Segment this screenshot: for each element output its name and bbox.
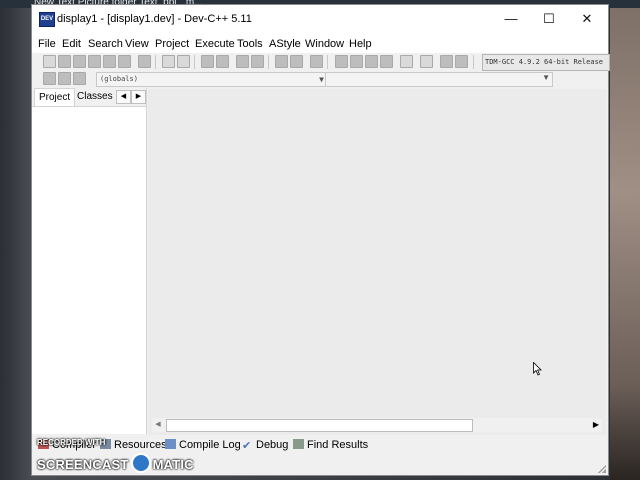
indent-icon[interactable] xyxy=(275,55,288,68)
devcpp-window: DEV display1 - [display1.dev] - Dev-C++ … xyxy=(32,5,610,475)
tab-debug[interactable]: ✔ Debug xyxy=(242,439,289,452)
function-combo[interactable]: ▼ xyxy=(325,72,553,87)
redo-icon[interactable] xyxy=(177,55,190,68)
tab-prev-icon[interactable]: ◀ xyxy=(116,90,131,104)
find-results-icon xyxy=(293,439,304,449)
tab-resources[interactable]: Resources xyxy=(100,439,167,451)
output-tabs: Compiler Resources Compile Log ✔ Debug Fi… xyxy=(32,436,608,456)
chevron-down-icon[interactable]: ▼ xyxy=(542,73,550,82)
compile-run-icon[interactable] xyxy=(365,55,378,68)
tab-next-icon[interactable]: ▶ xyxy=(131,90,146,104)
devcpp-app-icon: DEV xyxy=(39,12,55,27)
window-title: display1 - [display1.dev] - Dev-C++ 5.11 xyxy=(57,13,252,25)
horizontal-scrollbar[interactable]: ◀ ▶ xyxy=(152,418,602,432)
run-icon[interactable] xyxy=(350,55,363,68)
menu-edit[interactable]: Edit xyxy=(62,38,81,50)
find-next-icon[interactable] xyxy=(236,55,249,68)
scroll-left-icon[interactable]: ◀ xyxy=(152,418,164,432)
toolbar-separator xyxy=(327,55,328,69)
compile-icon[interactable] xyxy=(335,55,348,68)
close-button[interactable]: ✕ xyxy=(568,5,606,35)
panel-tabs: Project Classes ◀ ▶ xyxy=(32,88,146,107)
goto-line-icon[interactable] xyxy=(251,55,264,68)
save-icon[interactable] xyxy=(73,55,86,68)
title-bar[interactable]: DEV display1 - [display1.dev] - Dev-C++ … xyxy=(32,5,608,35)
replace-icon[interactable] xyxy=(216,55,229,68)
scroll-right-icon[interactable]: ▶ xyxy=(590,418,602,432)
tab-classes[interactable]: Classes xyxy=(73,88,117,105)
undo-icon[interactable] xyxy=(162,55,175,68)
syntax-check-icon[interactable] xyxy=(400,55,413,68)
menu-search[interactable]: Search xyxy=(88,38,123,50)
stop-execution-icon[interactable] xyxy=(420,55,433,68)
menu-window[interactable]: Window xyxy=(305,38,344,50)
close-file-icon[interactable] xyxy=(103,55,116,68)
compiler-icon xyxy=(38,439,49,449)
tab-compile-log-label: Compile Log xyxy=(179,439,241,451)
tab-find-results[interactable]: Find Results xyxy=(293,439,368,451)
maximize-button[interactable]: ☐ xyxy=(530,5,568,35)
toolbar-separator xyxy=(473,55,474,69)
editor-area[interactable] xyxy=(148,89,606,435)
menu-execute[interactable]: Execute xyxy=(195,38,235,50)
tab-compile-log[interactable]: Compile Log xyxy=(165,439,241,451)
tab-find-results-label: Find Results xyxy=(307,439,369,451)
menu-help[interactable]: Help xyxy=(349,38,372,50)
menu-tools[interactable]: Tools xyxy=(237,38,263,50)
menu-file[interactable]: File xyxy=(38,38,56,50)
new-project-icon[interactable] xyxy=(43,72,56,85)
menu-view[interactable]: View xyxy=(125,38,149,50)
profile-icon[interactable] xyxy=(440,55,453,68)
secondary-toolbar: (globals) ▼ ▼ xyxy=(35,71,605,88)
mouse-cursor-icon xyxy=(533,362,542,376)
unindent-icon[interactable] xyxy=(290,55,303,68)
save-all-icon[interactable] xyxy=(88,55,101,68)
print-icon[interactable] xyxy=(138,55,151,68)
rebuild-all-icon[interactable] xyxy=(380,55,393,68)
status-bar xyxy=(32,457,608,475)
project-browser-panel: Project Classes ◀ ▶ xyxy=(32,88,147,434)
delete-profile-icon[interactable] xyxy=(455,55,468,68)
open-file-icon[interactable] xyxy=(58,55,71,68)
resize-grip-icon[interactable] xyxy=(598,465,606,473)
tab-resources-label: Resources xyxy=(114,439,167,451)
tab-compiler-label: Compiler xyxy=(52,439,97,451)
compiler-select[interactable]: TDM-GCC 4.9.2 64-bit Release xyxy=(482,54,610,71)
tab-compiler[interactable]: Compiler xyxy=(38,439,96,451)
scrollbar-thumb[interactable] xyxy=(166,419,473,432)
chevron-down-icon[interactable]: ▼ xyxy=(319,73,324,86)
minimize-button[interactable]: — xyxy=(492,5,530,35)
remove-from-project-icon[interactable] xyxy=(73,72,86,85)
menu-astyle[interactable]: AStyle xyxy=(269,38,301,50)
scope-combo[interactable]: (globals) ▼ xyxy=(96,72,327,87)
toolbar-separator xyxy=(155,55,156,69)
tab-debug-label: Debug xyxy=(256,439,289,451)
scope-combo-value: (globals) xyxy=(100,75,138,83)
checkmark-icon: ✔ xyxy=(242,440,252,452)
compile-log-icon xyxy=(165,439,176,449)
toolbar-separator xyxy=(194,55,195,69)
desktop-wallpaper-edge xyxy=(610,0,640,480)
menu-project[interactable]: Project xyxy=(155,38,189,50)
close-all-icon[interactable] xyxy=(118,55,131,68)
tab-project[interactable]: Project xyxy=(34,88,76,106)
find-icon[interactable] xyxy=(201,55,214,68)
new-file-icon[interactable] xyxy=(43,55,56,68)
bookmark-icon[interactable] xyxy=(310,55,323,68)
add-to-project-icon[interactable] xyxy=(58,72,71,85)
toolbar-separator xyxy=(268,55,269,69)
resources-icon xyxy=(100,439,111,449)
main-toolbar: TDM-GCC 4.9.2 64-bit Release xyxy=(35,54,610,71)
menu-bar: File Edit Search View Project Execute To… xyxy=(32,35,608,53)
